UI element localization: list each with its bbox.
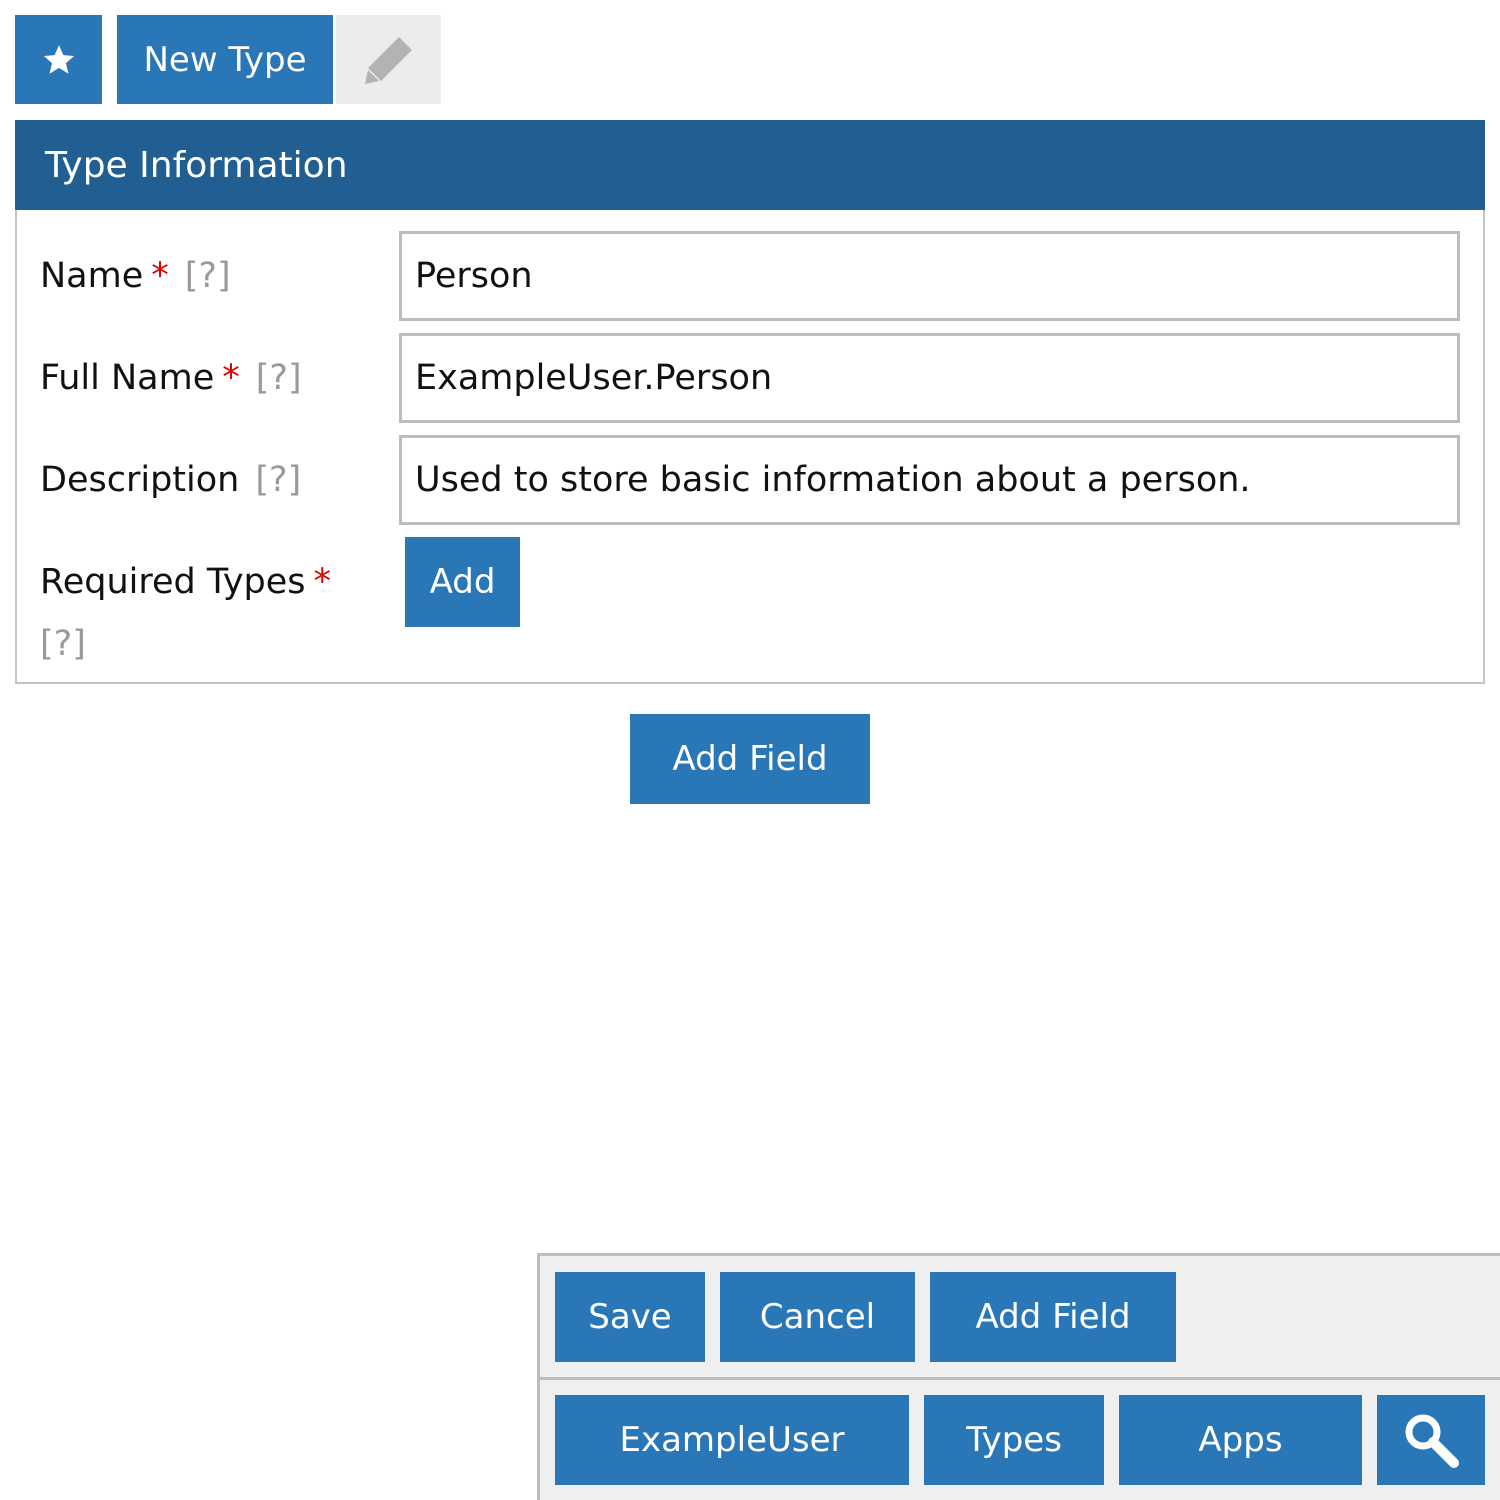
nav-types-label: Types (966, 1420, 1062, 1460)
new-type-tab[interactable]: New Type (117, 15, 333, 104)
description-label: Description [?] (40, 458, 301, 502)
edit-button[interactable] (336, 15, 441, 104)
name-field-value: Person (415, 256, 533, 296)
pencil-icon (364, 36, 412, 84)
nav-types-button[interactable]: Types (924, 1395, 1104, 1485)
save-button[interactable]: Save (555, 1272, 705, 1362)
full-name-label-text: Full Name (40, 358, 215, 398)
nav-apps-label: Apps (1198, 1420, 1283, 1460)
cancel-button[interactable]: Cancel (720, 1272, 915, 1362)
description-field-value: Used to store basic information about a … (415, 460, 1251, 500)
name-field[interactable]: Person (399, 231, 1460, 321)
required-marker: * (151, 256, 169, 296)
required-types-label: Required Types * (40, 560, 331, 604)
bottom-bar-divider (540, 1377, 1500, 1380)
panel-title: Type Information (45, 144, 348, 186)
description-help-link[interactable]: [?] (255, 460, 301, 500)
name-help-link[interactable]: [?] (185, 256, 231, 296)
nav-exampleuser-button[interactable]: ExampleUser (555, 1395, 909, 1485)
nav-exampleuser-label: ExampleUser (619, 1420, 845, 1460)
full-name-field-value: ExampleUser.Person (415, 358, 773, 398)
search-button[interactable] (1377, 1395, 1485, 1485)
save-label: Save (588, 1297, 672, 1337)
full-name-help-link[interactable]: [?] (256, 358, 302, 398)
required-marker: * (313, 562, 332, 602)
cancel-label: Cancel (759, 1297, 876, 1337)
favorite-button[interactable] (15, 15, 102, 104)
required-types-label-text: Required Types (40, 562, 306, 602)
add-field-label: Add Field (672, 739, 828, 779)
required-marker: * (222, 358, 240, 398)
bottom-add-field-button[interactable]: Add Field (930, 1272, 1176, 1362)
add-required-type-button[interactable]: Add (405, 537, 520, 627)
type-information-panel: Type Information Name * [?] Person Full Na… (15, 120, 1485, 684)
new-type-label: New Type (143, 39, 307, 80)
required-types-help-link[interactable]: [?] (40, 624, 86, 664)
panel-header: Type Information (15, 120, 1485, 210)
bottom-action-bar: Save Cancel Add Field ExampleUser Types … (537, 1253, 1500, 1500)
name-label-text: Name (40, 256, 144, 296)
description-label-text: Description (40, 460, 240, 500)
full-name-field[interactable]: ExampleUser.Person (399, 333, 1460, 423)
bottom-add-field-label: Add Field (975, 1297, 1131, 1337)
name-label: Name * [?] (40, 254, 231, 298)
full-name-label: Full Name * [?] (40, 356, 302, 400)
star-icon (43, 44, 74, 74)
required-types-help-row: [?] (40, 622, 86, 666)
nav-apps-button[interactable]: Apps (1119, 1395, 1362, 1485)
add-field-button[interactable]: Add Field (630, 714, 870, 804)
add-required-type-label: Add (429, 562, 496, 602)
description-field[interactable]: Used to store basic information about a … (399, 435, 1460, 525)
search-icon (1405, 1414, 1459, 1468)
